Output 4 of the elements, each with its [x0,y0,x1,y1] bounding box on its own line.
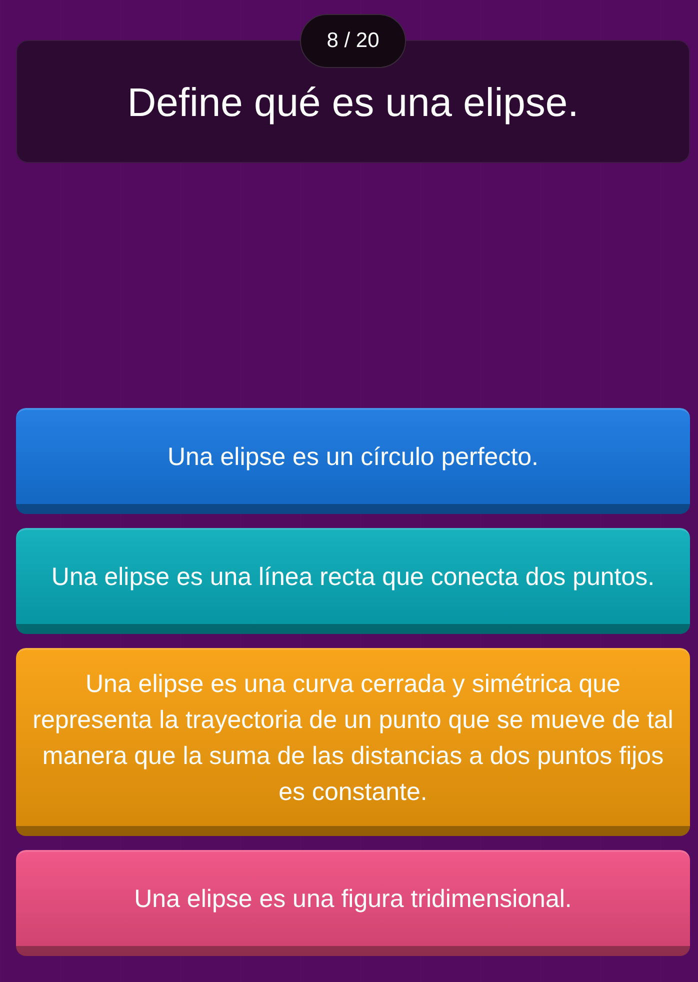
answer-option[interactable]: Una elipse es una línea recta que conecta dos puntos. [16,528,690,634]
answer-option[interactable]: Una elipse es un círculo perfecto. [16,408,690,514]
answer-option[interactable]: Una elipse es una figura tridimensional. [16,850,690,956]
answer-option[interactable]: Una elipse es una curva cerrada y simétrica que representa la trayectoria de un punto que se mueve de tal manera que la suma de las distancias a dos puntos fijos es constante. [16,648,690,836]
